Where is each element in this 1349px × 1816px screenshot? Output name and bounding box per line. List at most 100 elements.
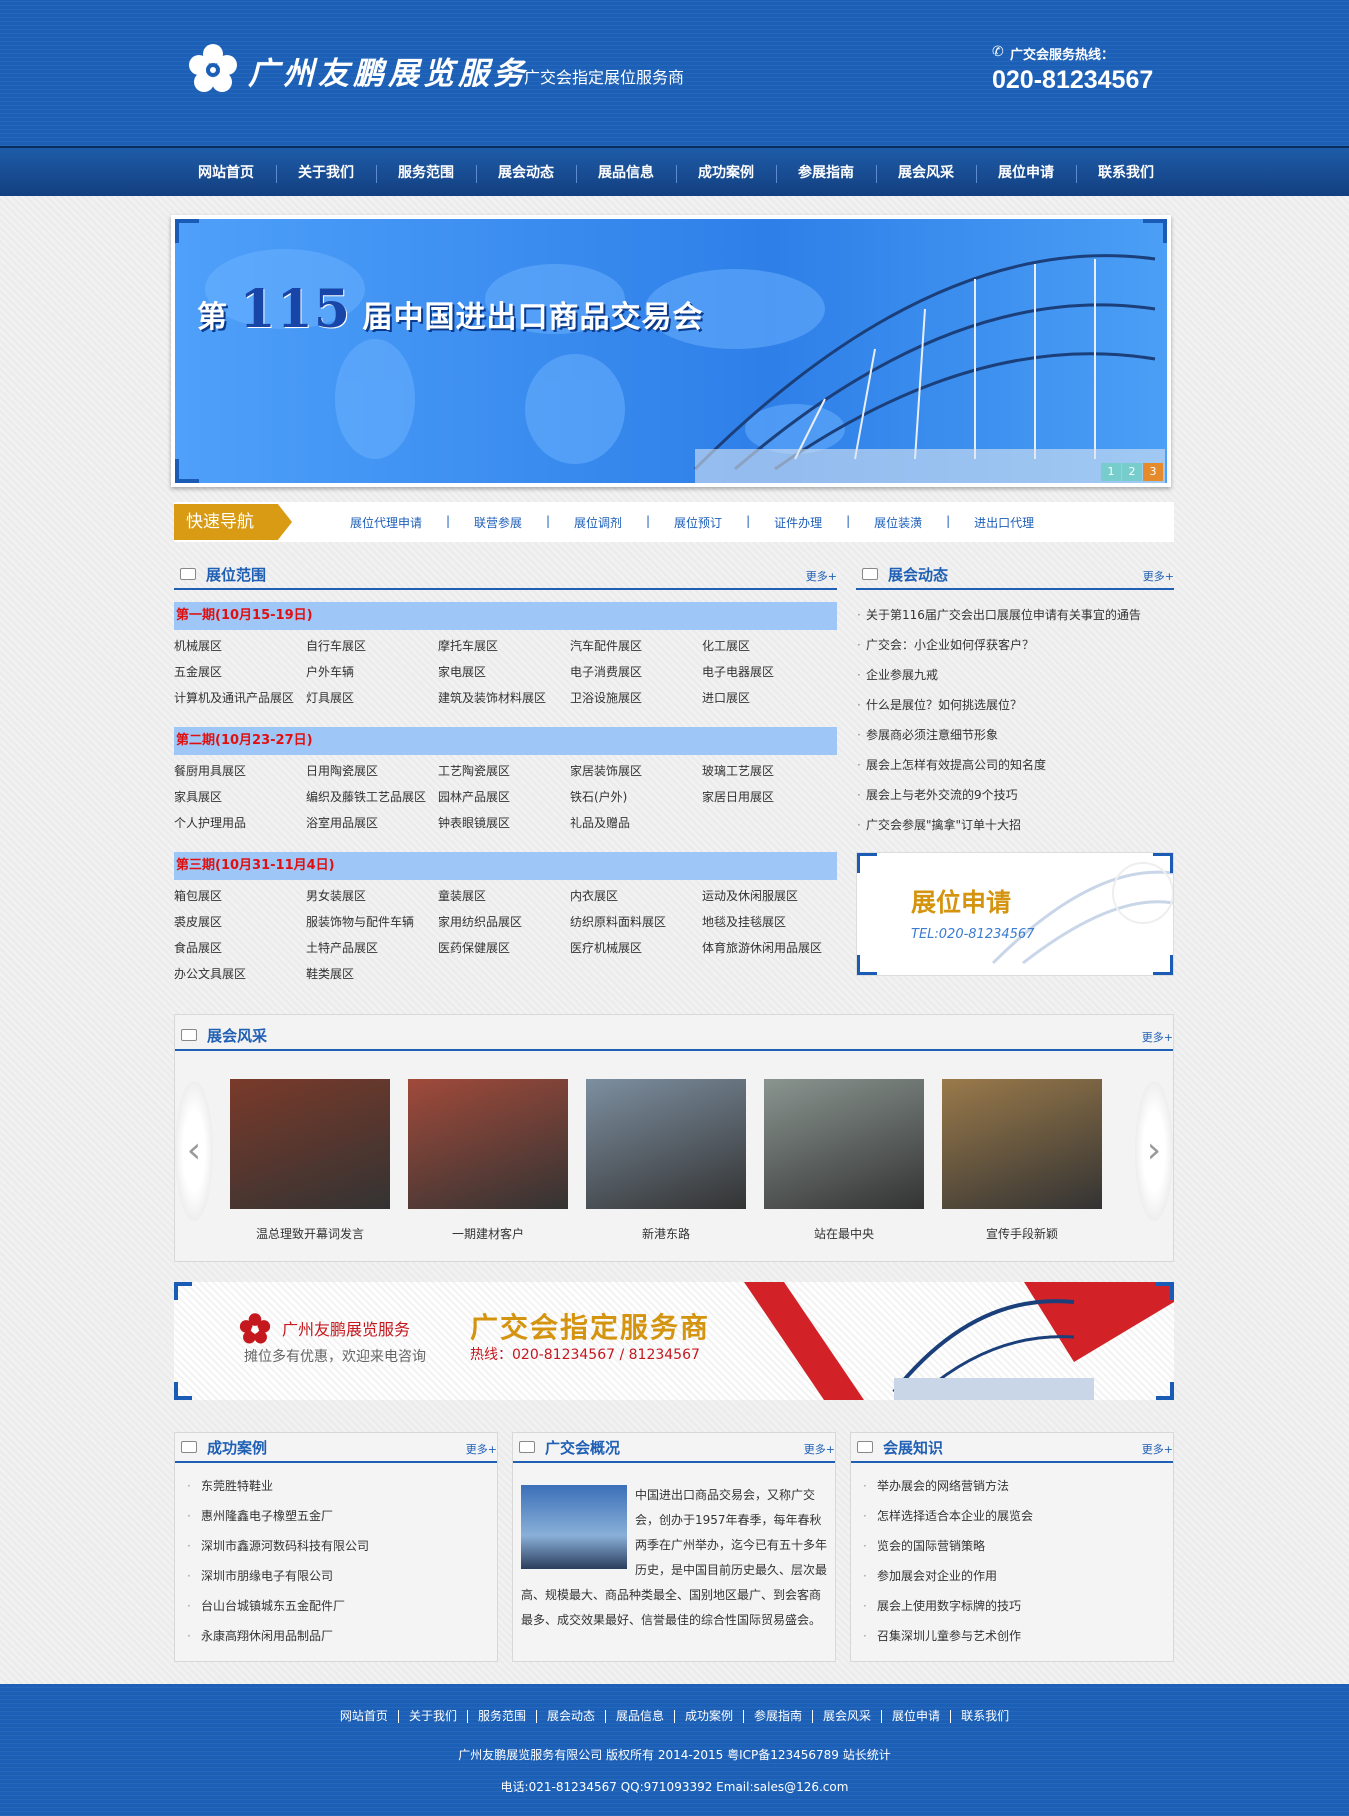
zone-link[interactable]: 机械展区 bbox=[174, 637, 306, 654]
zone-link[interactable]: 进口展区 bbox=[702, 689, 834, 706]
gallery-caption[interactable]: 宣传手段新颖 bbox=[942, 1225, 1102, 1242]
zone-link[interactable]: 家居装饰展区 bbox=[570, 762, 702, 779]
zone-link[interactable]: 家用纺织品展区 bbox=[438, 913, 570, 930]
knowledge-more-link[interactable]: 更多+ bbox=[1142, 1441, 1173, 1457]
zone-link[interactable]: 纺织原料面料展区 bbox=[570, 913, 702, 930]
case-item[interactable]: 永康高翔休闲用品制品厂 bbox=[175, 1621, 495, 1651]
zone-link[interactable]: 医疗机械展区 bbox=[570, 939, 702, 956]
zone-link[interactable]: 鞋类展区 bbox=[306, 965, 438, 982]
flower-logo-icon[interactable] bbox=[186, 42, 240, 96]
quick-link[interactable]: 证件办理 bbox=[746, 514, 848, 531]
quick-link[interactable]: 展位预订 bbox=[646, 514, 748, 531]
zone-link[interactable]: 电子电器展区 bbox=[702, 663, 834, 680]
zone-link[interactable]: 土特产品展区 bbox=[306, 939, 438, 956]
nav-item-contact[interactable]: 联系我们 bbox=[1076, 148, 1176, 198]
quick-link[interactable]: 展位装潢 bbox=[846, 514, 948, 531]
zone-link[interactable]: 家具展区 bbox=[174, 788, 306, 805]
footer-link[interactable]: 网站首页 bbox=[330, 1710, 398, 1723]
zone-link[interactable]: 灯具展区 bbox=[306, 689, 438, 706]
slide-dot-active[interactable]: 3 bbox=[1143, 463, 1163, 481]
footer-link[interactable]: 成功案例 bbox=[674, 1710, 743, 1723]
quick-link[interactable]: 展位代理申请 bbox=[324, 514, 448, 531]
zone-link[interactable]: 汽车配件展区 bbox=[570, 637, 702, 654]
brand-name[interactable]: 广州友鹏展览服务 bbox=[248, 48, 528, 93]
zone-link[interactable]: 日用陶瓷展区 bbox=[306, 762, 438, 779]
zone-link[interactable]: 服装饰物与配件车辆 bbox=[306, 913, 438, 930]
quick-link[interactable]: 展位调剂 bbox=[546, 514, 648, 531]
knowledge-item[interactable]: 展会上使用数字标牌的技巧 bbox=[851, 1591, 1171, 1621]
nav-item-apply[interactable]: 展位申请 bbox=[976, 148, 1076, 198]
quick-link[interactable]: 进出口代理 bbox=[946, 514, 1060, 531]
knowledge-item[interactable]: 召集深圳儿童参与艺术创作 bbox=[851, 1621, 1171, 1651]
news-item[interactable]: 展会上与老外交流的9个技巧 bbox=[856, 780, 1174, 810]
case-item[interactable]: 惠州隆鑫电子橡塑五金厂 bbox=[175, 1501, 495, 1531]
footer-link[interactable]: 展位申请 bbox=[881, 1710, 950, 1723]
zone-link[interactable]: 五金展区 bbox=[174, 663, 306, 680]
gallery-photo[interactable] bbox=[230, 1079, 390, 1209]
service-ad-banner[interactable]: 广州友鹏展览服务 摊位多有优惠，欢迎来电咨询 广交会指定服务商 热线：020-8… bbox=[174, 1282, 1174, 1400]
footer-link[interactable]: 展会风采 bbox=[812, 1710, 881, 1723]
zone-link[interactable]: 钟表眼镜展区 bbox=[438, 814, 570, 831]
news-more-link[interactable]: 更多+ bbox=[1143, 568, 1174, 584]
knowledge-item[interactable]: 怎样选择适合本企业的展览会 bbox=[851, 1501, 1171, 1531]
zone-link[interactable]: 家居日用展区 bbox=[702, 788, 834, 805]
knowledge-item[interactable]: 览会的国际营销策略 bbox=[851, 1531, 1171, 1561]
zone-link[interactable]: 园林产品展区 bbox=[438, 788, 570, 805]
zone-link[interactable]: 玻璃工艺展区 bbox=[702, 762, 834, 779]
slide-dot[interactable]: 1 bbox=[1101, 463, 1121, 481]
zone-link[interactable]: 卫浴设施展区 bbox=[570, 689, 702, 706]
zone-link[interactable]: 自行车展区 bbox=[306, 637, 438, 654]
nav-item-cases[interactable]: 成功案例 bbox=[676, 148, 776, 198]
footer-link[interactable]: 展品信息 bbox=[604, 1710, 674, 1723]
overview-more-link[interactable]: 更多+ bbox=[804, 1441, 835, 1457]
case-item[interactable]: 深圳市朋缘电子有限公司 bbox=[175, 1561, 495, 1591]
nav-item-guide[interactable]: 参展指南 bbox=[776, 148, 876, 198]
slide-dot[interactable]: 2 bbox=[1122, 463, 1142, 481]
news-item[interactable]: 参展商必须注意细节形象 bbox=[856, 720, 1174, 750]
gallery-caption[interactable]: 新港东路 bbox=[586, 1225, 746, 1242]
apply-banner[interactable]: 展位申请 TEL:020-81234567 bbox=[856, 852, 1174, 976]
zone-link[interactable]: 体育旅游休闲用品展区 bbox=[702, 939, 834, 956]
zone-link[interactable]: 医药保健展区 bbox=[438, 939, 570, 956]
footer-link[interactable]: 服务范围 bbox=[466, 1710, 536, 1723]
zone-link[interactable]: 户外车辆 bbox=[306, 663, 438, 680]
gallery-prev-button[interactable]: ‹ bbox=[175, 1081, 213, 1221]
news-item[interactable]: 企业参展九戒 bbox=[856, 660, 1174, 690]
zone-link[interactable]: 运动及休闲服展区 bbox=[702, 887, 834, 904]
nav-item-home[interactable]: 网站首页 bbox=[176, 148, 276, 198]
zone-link[interactable]: 办公文具展区 bbox=[174, 965, 306, 982]
footer-link[interactable]: 展会动态 bbox=[535, 1710, 605, 1723]
footer-link[interactable]: 联系我们 bbox=[950, 1710, 1019, 1723]
news-item[interactable]: 广交会：小企业如何俘获客户？ bbox=[856, 630, 1174, 660]
zone-link[interactable]: 浴室用品展区 bbox=[306, 814, 438, 831]
case-item[interactable]: 深圳市鑫源河数码科技有限公司 bbox=[175, 1531, 495, 1561]
zone-link[interactable]: 化工展区 bbox=[702, 637, 834, 654]
nav-item-services[interactable]: 服务范围 bbox=[376, 148, 476, 198]
zone-link[interactable]: 工艺陶瓷展区 bbox=[438, 762, 570, 779]
zone-link[interactable]: 餐厨用具展区 bbox=[174, 762, 306, 779]
scope-more-link[interactable]: 更多+ bbox=[806, 568, 837, 584]
zone-link[interactable]: 电子消费展区 bbox=[570, 663, 702, 680]
zone-link[interactable]: 摩托车展区 bbox=[438, 637, 570, 654]
gallery-photo[interactable] bbox=[586, 1079, 746, 1209]
zone-link[interactable]: 内衣展区 bbox=[570, 887, 702, 904]
gallery-photo[interactable] bbox=[408, 1079, 568, 1209]
hero-banner[interactable]: 第 115 届中国进出口商品交易会 1 2 3 bbox=[171, 215, 1171, 487]
zone-link[interactable]: 计算机及通讯产品展区 bbox=[174, 689, 306, 706]
zone-link[interactable]: 男女装展区 bbox=[306, 887, 438, 904]
quick-link[interactable]: 联营参展 bbox=[446, 514, 548, 531]
zone-link[interactable]: 建筑及装饰材料展区 bbox=[438, 689, 570, 706]
zone-link[interactable]: 编织及藤铁工艺品展区 bbox=[306, 788, 438, 805]
gallery-photo[interactable] bbox=[764, 1079, 924, 1209]
news-item[interactable]: 关于第116届广交会出口展展位申请有关事宜的通告 bbox=[856, 600, 1174, 630]
footer-link[interactable]: 关于我们 bbox=[397, 1710, 467, 1723]
zone-link[interactable]: 箱包展区 bbox=[174, 887, 306, 904]
footer-link[interactable]: 参展指南 bbox=[743, 1710, 812, 1723]
nav-item-exhibits[interactable]: 展品信息 bbox=[576, 148, 676, 198]
case-item[interactable]: 东莞胜特鞋业 bbox=[175, 1471, 495, 1501]
zone-link[interactable]: 食品展区 bbox=[174, 939, 306, 956]
nav-item-about[interactable]: 关于我们 bbox=[276, 148, 376, 198]
knowledge-item[interactable]: 参加展会对企业的作用 bbox=[851, 1561, 1171, 1591]
gallery-more-link[interactable]: 更多+ bbox=[1142, 1029, 1173, 1045]
gallery-next-button[interactable]: › bbox=[1135, 1081, 1173, 1221]
